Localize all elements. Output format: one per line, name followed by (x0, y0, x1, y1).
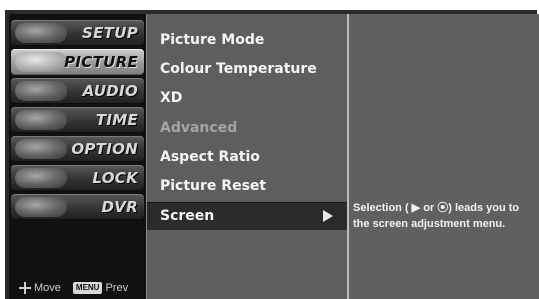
menu-key-icon: MENU (72, 282, 103, 295)
speaker-icon (15, 81, 67, 101)
satellite-dish-icon (15, 23, 67, 43)
help-text-line: Selection ( ▶ or ⦿) leads you to (353, 202, 520, 214)
sidebar-item-label: SETUP (82, 24, 138, 42)
menu-item-picture-mode[interactable]: Picture Mode (147, 26, 347, 54)
sidebar-item-label: LOCK (92, 169, 138, 187)
navigation-hints: Move MENU Prev (19, 282, 128, 296)
menu-item-label: Picture Mode (160, 32, 265, 48)
help-text: Selection ( ▶ or ⦿) leads you to the scr… (353, 200, 537, 232)
option-badge-icon (15, 139, 67, 159)
move-arrows-icon (19, 282, 31, 295)
lock-icon (15, 168, 67, 188)
sidebar-item-label: AUDIO (82, 82, 138, 100)
menu-item-aspect-ratio[interactable]: Aspect Ratio (147, 143, 347, 171)
menu-item-label: XD (160, 90, 183, 106)
sidebar-item-time[interactable]: TIME (11, 107, 144, 133)
sidebar-item-picture[interactable]: PICTURE (11, 49, 144, 75)
sidebar-item-label: TIME (95, 111, 138, 129)
sidebar-item-label: OPTION (71, 140, 138, 158)
help-text-line: the screen adjustment menu. (353, 218, 506, 230)
move-hint-label: Move (34, 282, 61, 294)
tv-osd-menu: SETUP PICTURE AUDIO TIME OPTION LOCK DVR… (5, 10, 539, 299)
menu-item-xd[interactable]: XD (147, 84, 347, 112)
sidebar-item-audio[interactable]: AUDIO (11, 78, 144, 104)
picture-submenu: Picture Mode Colour Temperature XD Advan… (146, 14, 347, 299)
color-swatch-icon (15, 52, 67, 72)
menu-item-label: Screen (160, 208, 215, 224)
menu-item-label: Colour Temperature (160, 61, 317, 77)
sidebar-item-dvr[interactable]: DVR (11, 194, 144, 220)
menu-item-picture-reset[interactable]: Picture Reset (147, 172, 347, 200)
category-sidebar: SETUP PICTURE AUDIO TIME OPTION LOCK DVR… (9, 14, 146, 299)
help-panel: Selection ( ▶ or ⦿) leads you to the scr… (347, 14, 539, 299)
menu-item-label: Advanced (160, 120, 238, 136)
sidebar-item-option[interactable]: OPTION (11, 136, 144, 162)
menu-item-advanced: Advanced (147, 114, 347, 142)
prev-hint-label: Prev (105, 282, 129, 294)
menu-item-screen[interactable]: Screen (147, 202, 347, 230)
menu-item-colour-temperature[interactable]: Colour Temperature (147, 55, 347, 83)
sidebar-item-lock[interactable]: LOCK (11, 165, 144, 191)
menu-item-label: Aspect Ratio (160, 149, 260, 165)
sidebar-item-setup[interactable]: SETUP (11, 20, 144, 46)
clock-icon (15, 110, 67, 130)
menu-item-label: Picture Reset (160, 178, 267, 194)
sidebar-item-label: PICTURE (64, 53, 138, 71)
sidebar-item-label: DVR (101, 198, 138, 216)
disc-icon (15, 197, 67, 217)
submenu-arrow-icon (323, 210, 333, 222)
